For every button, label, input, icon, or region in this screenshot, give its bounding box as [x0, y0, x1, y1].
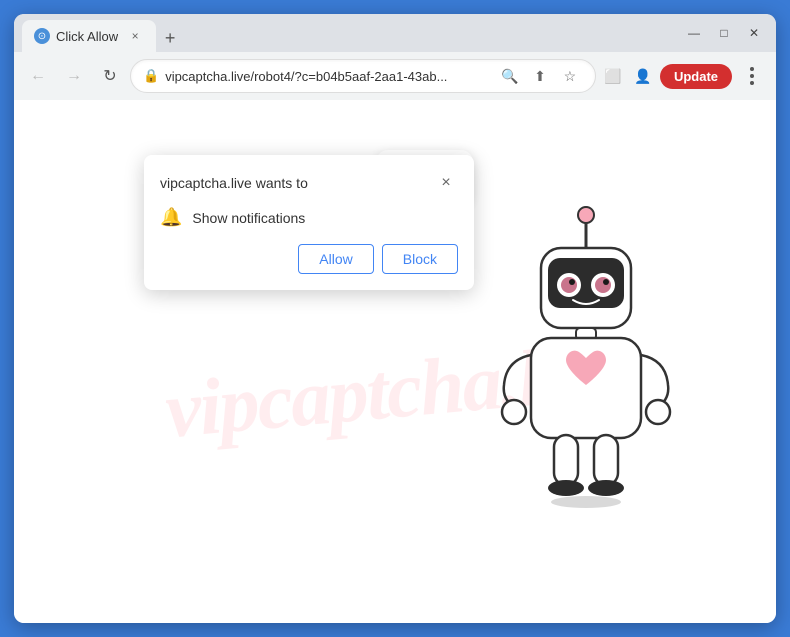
share-icon-button[interactable]: ⬆ — [527, 63, 553, 89]
favicon-symbol: ⊙ — [38, 31, 46, 42]
active-tab[interactable]: ⊙ Click Allow × — [22, 20, 156, 52]
url-text: vipcaptcha.live/robot4/?c=b04b5aaf-2aa1-… — [165, 69, 491, 84]
close-window-button[interactable]: ✕ — [740, 19, 768, 47]
popup-header: vipcaptcha.live wants to × — [160, 171, 458, 195]
title-bar: ⊙ Click Allow × + — □ ✕ — [14, 14, 776, 52]
block-button[interactable]: Block — [382, 244, 458, 274]
minimize-button[interactable]: — — [680, 19, 708, 47]
allow-button[interactable]: Allow — [298, 244, 373, 274]
close-tab-button[interactable]: × — [126, 27, 144, 45]
back-button[interactable]: ← — [22, 60, 54, 92]
new-tab-button[interactable]: + — [156, 24, 184, 52]
refresh-button[interactable]: ↻ — [94, 60, 126, 92]
nav-bar: ← → ↻ 🔒 vipcaptcha.live/robot4/?c=b04b5a… — [14, 52, 776, 100]
tab-favicon: ⊙ — [34, 28, 50, 44]
address-icons: 🔍 ⬆ ☆ — [497, 63, 583, 89]
popup-close-button[interactable]: × — [434, 171, 458, 195]
robot-container: YOU — [456, 130, 716, 510]
tabs-area: ⊙ Click Allow × + — [22, 14, 351, 52]
bell-icon: 🔔 — [160, 207, 182, 228]
forward-button[interactable]: → — [58, 60, 90, 92]
tab-title: Click Allow — [56, 29, 118, 44]
notification-label: Show notifications — [192, 210, 305, 226]
menu-dot-2 — [750, 74, 754, 78]
notification-popup: vipcaptcha.live wants to × 🔔 Show notifi… — [144, 155, 474, 290]
robot-illustration — [476, 190, 696, 510]
lock-icon: 🔒 — [143, 68, 159, 84]
menu-dot-3 — [750, 81, 754, 85]
tablet-view-button[interactable]: ⬜ — [600, 63, 626, 89]
browser-window: ⊙ Click Allow × + — □ ✕ ← → ↻ 🔒 vipcaptc… — [14, 14, 776, 623]
page-content: vipcaptcha.live vipcaptcha.live wants to… — [14, 100, 776, 623]
popup-buttons: Allow Block — [160, 244, 458, 274]
popup-notification-row: 🔔 Show notifications — [160, 207, 458, 228]
menu-button[interactable] — [736, 60, 768, 92]
profile-button[interactable]: 👤 — [630, 63, 656, 89]
popup-site-name: vipcaptcha.live wants to — [160, 175, 308, 191]
bookmark-icon-button[interactable]: ☆ — [557, 63, 583, 89]
address-bar[interactable]: 🔒 vipcaptcha.live/robot4/?c=b04b5aaf-2aa… — [130, 59, 596, 93]
maximize-button[interactable]: □ — [710, 19, 738, 47]
window-controls: — □ ✕ — [680, 19, 768, 47]
menu-dot-1 — [750, 67, 754, 71]
search-icon-button[interactable]: 🔍 — [497, 63, 523, 89]
update-button[interactable]: Update — [660, 64, 732, 89]
